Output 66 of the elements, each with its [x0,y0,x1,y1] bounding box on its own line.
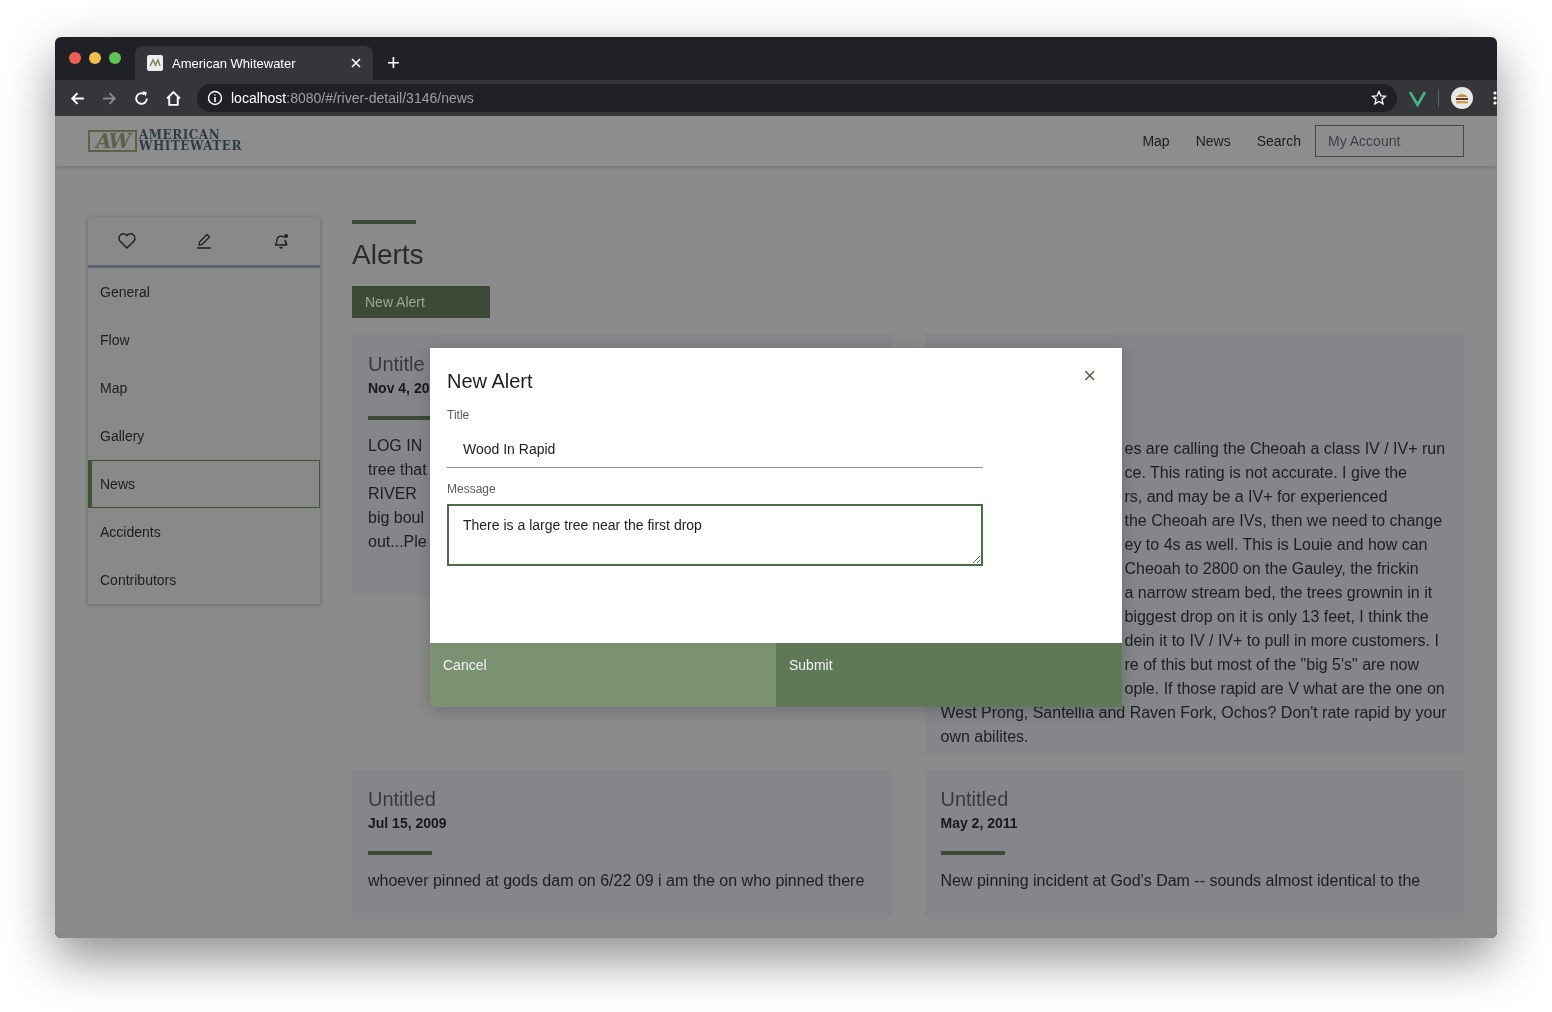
sidebar-item[interactable]: General [88,268,320,316]
close-button[interactable]: × [1083,368,1096,384]
card-text-line: tree that [368,460,427,480]
menu-icon[interactable] [1493,90,1497,106]
maximize-window-icon[interactable] [109,52,121,64]
card-text-line: biggest drop on it is only 13 feet, I think the [1123,607,1429,627]
sidebar-item[interactable]: Accidents [88,508,320,556]
reload-icon[interactable] [133,89,150,107]
submit-button[interactable]: Submit [776,643,1122,707]
card-text-line: a narrow stream bed, the trees grownin in it [1123,583,1433,603]
new-tab-button[interactable]: + [387,52,400,74]
card-text-line: dein it to IV / IV+ to pull in more customers. I [1123,631,1439,651]
card-date: May 2, 2011 [940,814,1018,832]
card-text-line: New pinning incident at God's Dam -- sounds almost identical to the [940,871,1421,891]
card-text-line: own abilites. [940,727,1029,747]
card-title: Untitled [940,787,1009,811]
info-icon[interactable] [207,90,223,106]
card-text-line: out...Ple [368,532,427,552]
logo-text[interactable]: WHITEWATER [139,141,242,152]
home-icon[interactable] [165,89,182,107]
sidebar-item[interactable]: Contributors [88,556,320,604]
card-text-line: ce. This rating is not accurate. I give the [1123,463,1407,483]
cancel-button[interactable]: Cancel [430,643,776,707]
sidebar-item[interactable]: Map [88,364,320,412]
nav-link[interactable]: Search [1256,133,1301,149]
card-text-line: ople. If those rapid are V what are the one on [1123,679,1445,699]
bookmark-star-icon[interactable] [1371,90,1387,106]
card-text-line: whoever pinned at gods dam on 6/22 09 i am the on who pinned there [368,871,865,891]
card-text-line: RIVER [368,484,417,504]
card-title: Untitle [368,352,425,376]
logo-text[interactable]: AMERICAN [139,130,242,141]
message-text-field[interactable]: There is a large tree near the first drop [447,504,983,566]
sidebar-item[interactable]: Gallery [88,412,320,460]
site-favicon-icon [147,55,163,71]
card-text-line: ey to 4s as well. This is Louie and how can [1123,535,1428,555]
url-text: localhost:8080/#/river-detail/3146/news [231,90,475,106]
account-button[interactable]: My Account [1315,125,1464,157]
browser-tab[interactable]: American Whitewater [135,46,373,80]
card-text-line: Cheoah to 2800 on the Gauley, the frickin [1123,559,1419,579]
card-text-line: LOG IN [368,436,423,456]
sidebar-item[interactable]: Flow [88,316,320,364]
field-label: Message [447,482,496,496]
card-text-line: re of this but most of the "big 5's" are now [1123,655,1420,675]
card-text-line: rs, and may be a IV+ for experienced [1123,487,1388,507]
card-title: Untitled [368,787,436,811]
field-label: Title [447,408,470,422]
tab-title: American Whitewater [172,55,297,71]
card-date: Nov 4, 20 [368,379,430,397]
address-bar[interactable]: localhost:8080/#/river-detail/3146/news [197,84,1397,112]
nav-link[interactable]: Map [1142,133,1170,149]
nav-link[interactable]: News [1195,133,1231,149]
close-tab-icon[interactable] [351,58,361,68]
minimize-window-icon[interactable] [89,52,101,64]
section-title: Alerts [352,238,424,272]
new-alert-button[interactable]: New Alert [352,286,490,318]
card-text-line: big boul [368,508,425,528]
profile-avatar-icon[interactable] [1451,87,1473,109]
v-extension-icon[interactable] [1409,89,1426,107]
card-text-line: es are calling the Cheoah a class IV / IV+ run [1123,439,1446,459]
dialog-title: New Alert [447,369,533,394]
close-window-icon[interactable] [69,52,81,64]
pencil-icon[interactable] [194,231,214,251]
sidebar-item[interactable]: News [88,460,320,508]
heart-icon[interactable] [116,231,137,251]
card-text-line: the Cheoah are IVs, then we need to change [1123,511,1443,531]
card-date: Jul 15, 2009 [368,814,447,832]
